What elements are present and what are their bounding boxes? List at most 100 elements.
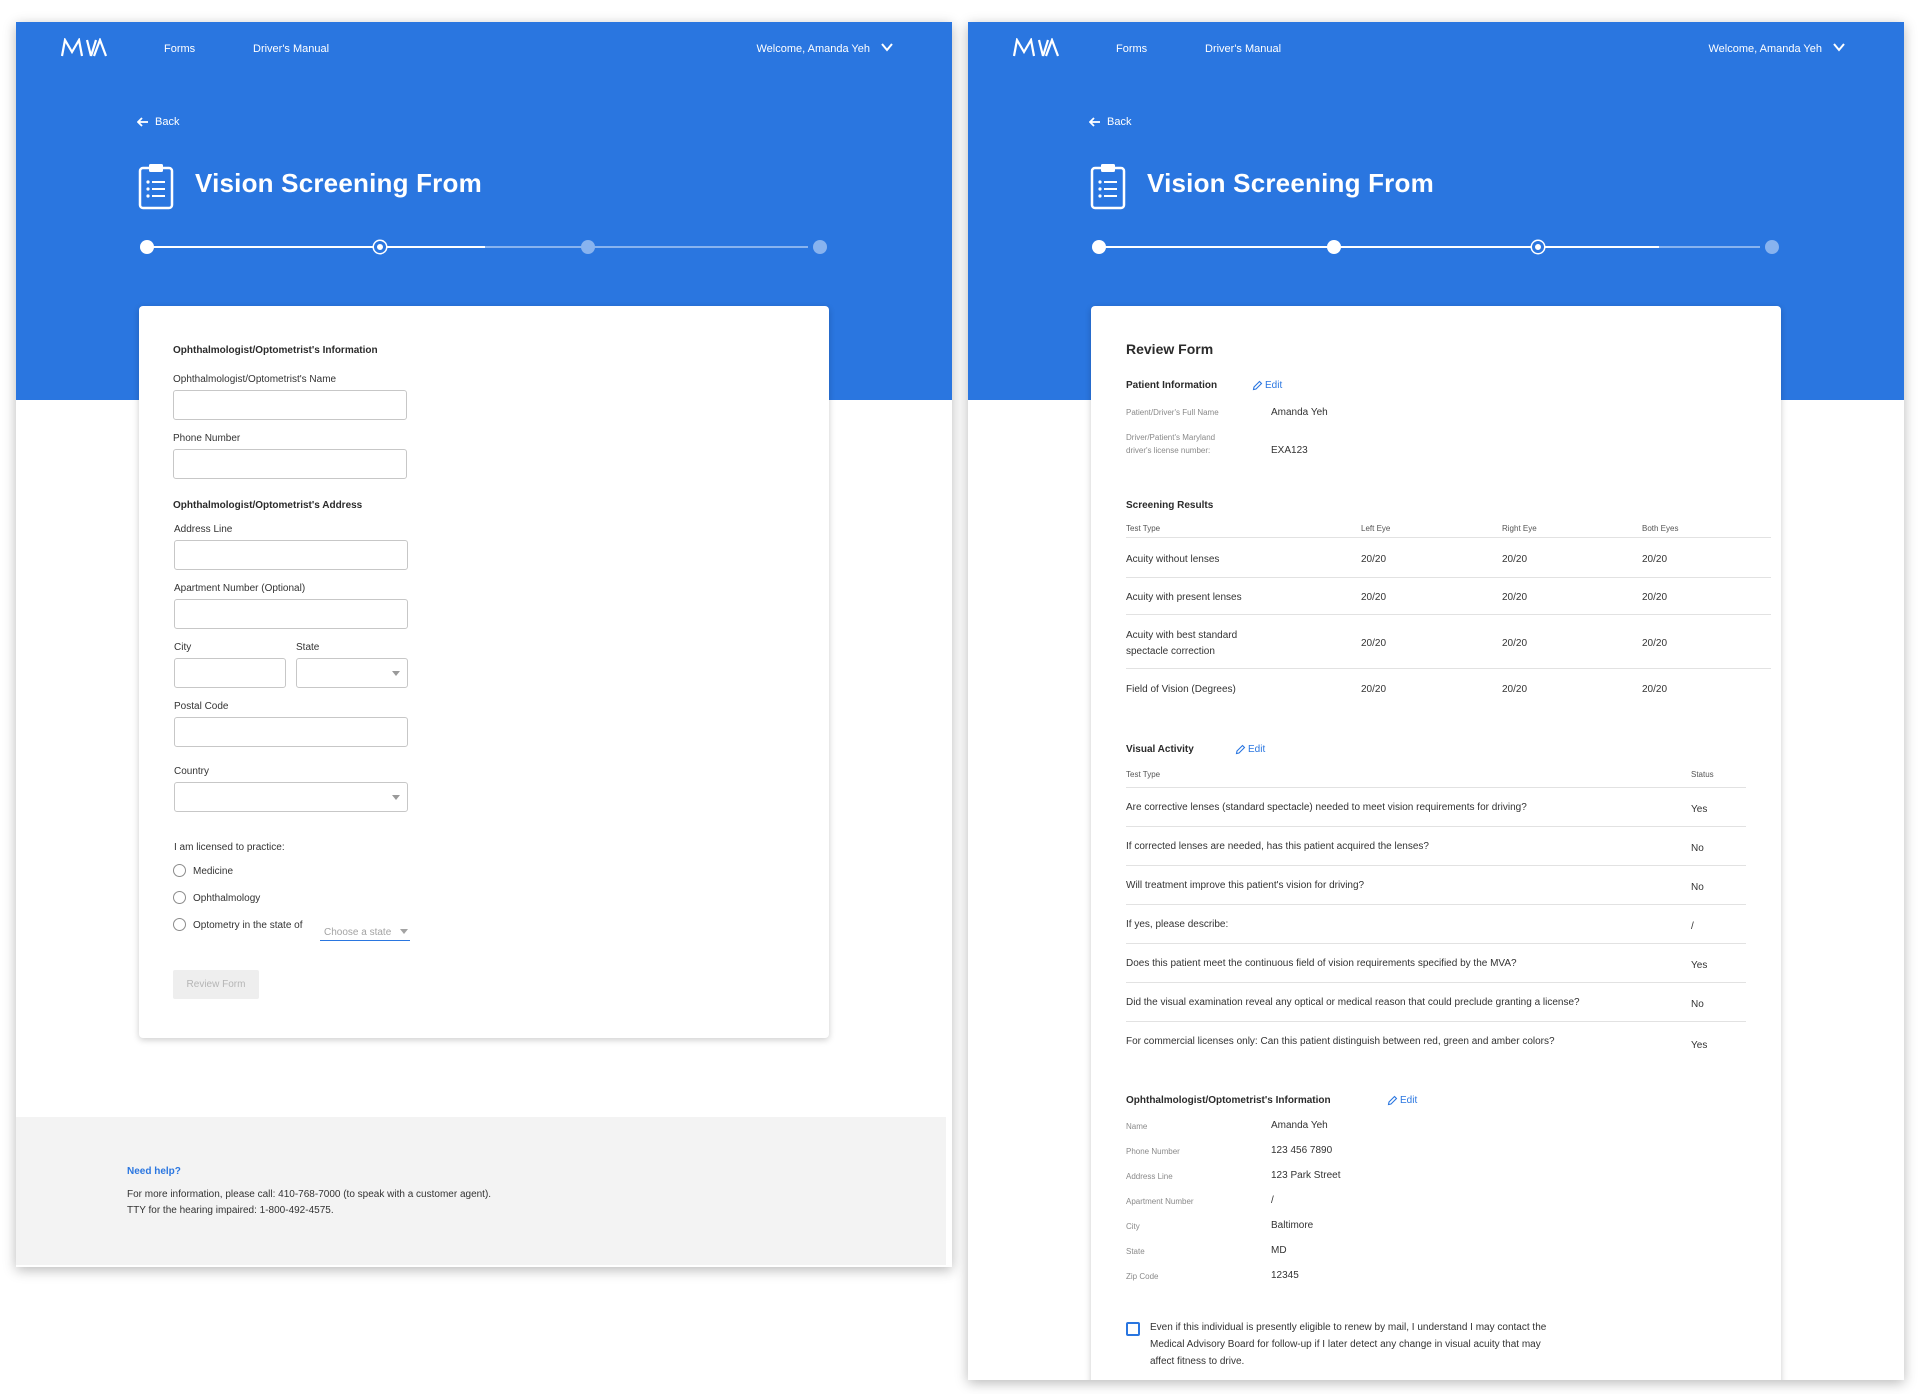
mva-logo[interactable]: [1012, 36, 1060, 63]
table-divider: [1126, 577, 1771, 578]
visual-status: No: [1691, 882, 1704, 893]
stepper-line-future: [485, 246, 808, 248]
doctor-name-input[interactable]: [173, 390, 407, 420]
step-2-dot[interactable]: [1327, 240, 1341, 254]
nav-drivers-manual-link[interactable]: Driver's Manual: [253, 43, 329, 55]
consent-checkbox[interactable]: [1126, 1322, 1140, 1336]
phone-label: Phone Number: [173, 433, 241, 444]
step-3-dot[interactable]: [581, 240, 595, 254]
screening-both-value: 20/20: [1642, 638, 1668, 649]
screening-both-value: 20/20: [1642, 554, 1668, 565]
stepper-line-done: [147, 246, 485, 248]
apartment-input[interactable]: [174, 599, 408, 629]
edit-visual-activity-link[interactable]: Edit: [1235, 744, 1265, 755]
table-divider: [1126, 865, 1746, 866]
doctor-phone-label: Phone Number: [1126, 1147, 1180, 1156]
postal-code-label: Postal Code: [174, 701, 229, 712]
screening-right-value: 20/20: [1502, 592, 1528, 603]
mva-logo[interactable]: [60, 36, 108, 63]
radio-optometry[interactable]: [173, 918, 186, 931]
edit-label: Edit: [1265, 380, 1283, 391]
screening-both-value: 20/20: [1642, 592, 1668, 603]
screening-header-test-type: Test Type: [1126, 524, 1161, 533]
section-address-title: Ophthalmologist/Optometrist's Address: [173, 500, 363, 511]
edit-label: Edit: [1248, 744, 1266, 755]
screening-header-left-eye: Left Eye: [1361, 524, 1391, 533]
visual-question: Does this patient meet the continuous fi…: [1126, 958, 1517, 969]
postal-code-input[interactable]: [174, 717, 408, 747]
city-label: City: [174, 642, 192, 653]
back-label: Back: [1107, 116, 1132, 128]
review-form-title: Review Form: [1126, 341, 1214, 357]
table-divider: [1126, 904, 1746, 905]
nav-forms-link[interactable]: Forms: [1116, 43, 1147, 55]
step-3-dot-current[interactable]: [1532, 241, 1544, 253]
screening-test-name: Acuity with present lenses: [1126, 592, 1242, 603]
patient-name-label: Patient/Driver's Full Name: [1126, 408, 1219, 417]
radio-ophthalmology[interactable]: [173, 891, 186, 904]
arrow-left-icon: [137, 117, 148, 127]
doctor-zip-value: 12345: [1271, 1270, 1299, 1281]
doctor-apartment-label: Apartment Number: [1126, 1197, 1194, 1206]
visual-question: Are corrective lenses (standard spectacl…: [1126, 802, 1527, 813]
radio-medicine-label[interactable]: Medicine: [193, 866, 233, 877]
visual-question: Did the visual examination reveal any op…: [1126, 997, 1580, 1008]
table-divider: [1126, 1021, 1746, 1022]
screening-right-value: 20/20: [1502, 554, 1528, 565]
screening-results-title: Screening Results: [1126, 500, 1214, 511]
doctor-info-title: Ophthalmologist/Optometrist's Informatio…: [1126, 1095, 1331, 1106]
edit-doctor-info-link[interactable]: Edit: [1387, 1095, 1417, 1106]
visual-question: If yes, please describe:: [1126, 919, 1229, 930]
patient-info-title: Patient Information: [1126, 380, 1218, 391]
pencil-icon: [1387, 1095, 1398, 1106]
screening-test-name: Acuity without lenses: [1126, 554, 1220, 565]
table-divider: [1126, 943, 1746, 944]
section-doctor-info-title: Ophthalmologist/Optometrist's Informatio…: [173, 345, 378, 356]
visual-question: Will treatment improve this patient's vi…: [1126, 880, 1365, 891]
step-2-dot-current[interactable]: [374, 241, 386, 253]
review-form-card: Review Form Patient Information Edit Pat…: [1091, 306, 1781, 1380]
step-1-dot[interactable]: [1092, 240, 1106, 254]
radio-optometry-label[interactable]: Optometry in the state of: [193, 920, 303, 931]
pencil-icon: [1252, 380, 1263, 391]
back-link[interactable]: Back: [137, 116, 179, 128]
edit-patient-info-link[interactable]: Edit: [1252, 380, 1282, 391]
phone-input[interactable]: [173, 449, 407, 479]
chevron-down-icon[interactable]: [1832, 40, 1846, 59]
stepper-line-future: [1659, 246, 1760, 248]
city-input[interactable]: [174, 658, 286, 688]
visual-status: /: [1691, 921, 1694, 932]
page-title: Vision Screening From: [195, 168, 482, 198]
visual-status: Yes: [1691, 960, 1708, 971]
radio-ophthalmology-label[interactable]: Ophthalmology: [193, 893, 260, 904]
doctor-name-label: Name: [1126, 1122, 1148, 1131]
back-link[interactable]: Back: [1089, 116, 1131, 128]
pencil-icon: [1235, 744, 1246, 755]
screening-header-right-eye: Right Eye: [1502, 524, 1537, 533]
address-line-input[interactable]: [174, 540, 408, 570]
doctor-zip-label: Zip Code: [1126, 1272, 1159, 1281]
state-select[interactable]: [296, 658, 408, 688]
welcome-user-menu[interactable]: Welcome, Amanda Yeh: [756, 43, 870, 55]
step-1-dot[interactable]: [140, 240, 154, 254]
visual-activity-title: Visual Activity: [1126, 744, 1194, 755]
chevron-down-icon[interactable]: [880, 40, 894, 59]
visual-status: Yes: [1691, 804, 1708, 815]
country-select[interactable]: [174, 782, 408, 812]
clipboard-icon: [138, 162, 174, 215]
doctor-info-form-card: Ophthalmologist/Optometrist's Informatio…: [139, 306, 829, 1038]
table-divider: [1126, 982, 1746, 983]
screening-left-value: 20/20: [1361, 592, 1387, 603]
screening-test-name: Acuity with best standard spectacle corr…: [1126, 630, 1238, 657]
step-4-dot[interactable]: [1765, 240, 1779, 254]
step-4-dot[interactable]: [813, 240, 827, 254]
nav-drivers-manual-link[interactable]: Driver's Manual: [1205, 43, 1281, 55]
nav-forms-link[interactable]: Forms: [164, 43, 195, 55]
review-form-button[interactable]: Review Form: [173, 970, 259, 999]
vision-form-step-screen: Forms Driver's Manual Welcome, Amanda Ye…: [16, 22, 952, 1267]
radio-medicine[interactable]: [173, 864, 186, 877]
visual-question: For commercial licenses only: Can this p…: [1126, 1036, 1555, 1047]
optometry-state-select[interactable]: Choose a state: [320, 925, 410, 941]
welcome-user-menu[interactable]: Welcome, Amanda Yeh: [1708, 43, 1822, 55]
page-title: Vision Screening From: [1147, 168, 1434, 198]
